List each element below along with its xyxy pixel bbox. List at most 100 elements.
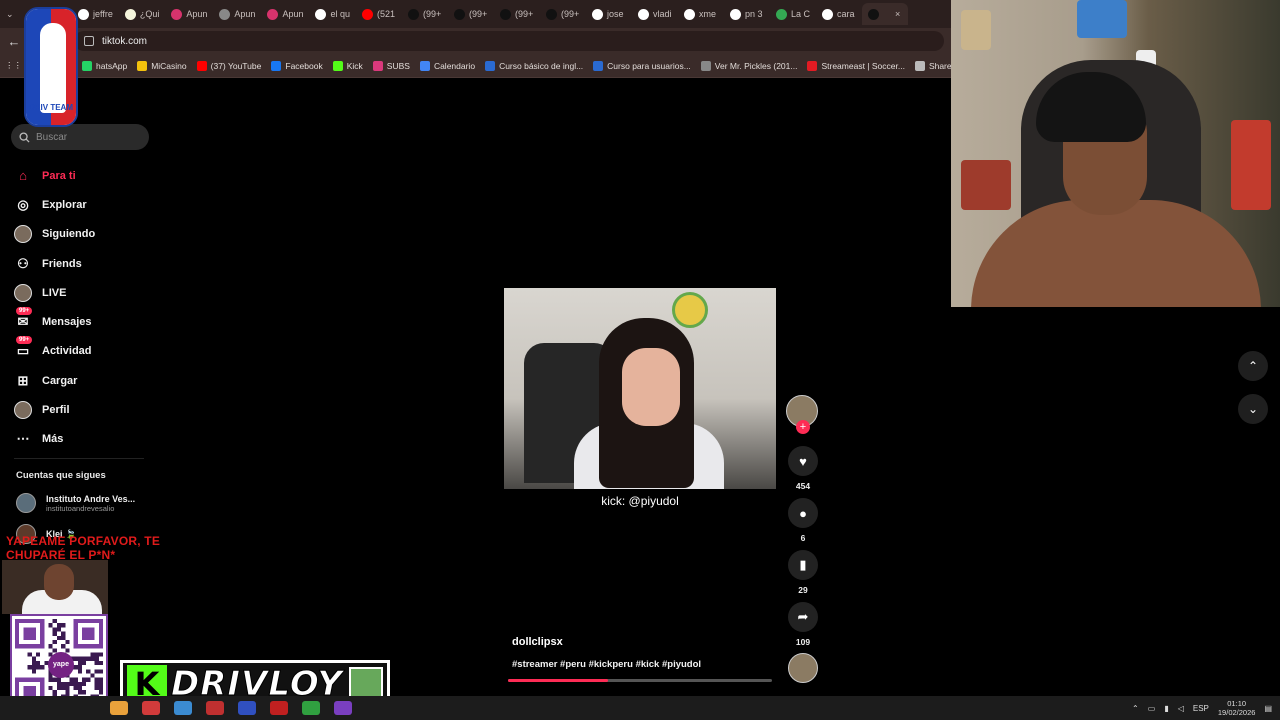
- bookmark-item[interactable]: ShareDrop: [910, 60, 952, 71]
- qr-module: [65, 686, 70, 691]
- bookmark-label: Ver Mr. Pickles (201...: [714, 60, 798, 71]
- browser-tab[interactable]: (99+: [494, 3, 540, 25]
- tab-title: La C: [791, 9, 811, 19]
- browser-tab[interactable]: xme: [678, 3, 724, 25]
- close-icon[interactable]: ×: [895, 9, 900, 19]
- video-progress-bar[interactable]: [508, 679, 772, 682]
- sidebar-item-live[interactable]: LIVE: [14, 278, 154, 307]
- search-icon: [19, 131, 30, 143]
- browser-tab[interactable]: jeffre: [72, 3, 119, 25]
- qr-module: [98, 669, 103, 674]
- sidebar-item-para-ti[interactable]: ⌂ Para ti: [14, 161, 154, 190]
- browser-tab[interactable]: ¿Qui: [119, 3, 166, 25]
- bookmark-item[interactable]: (37) YouTube: [192, 60, 267, 71]
- app-taskbar-icon[interactable]: [302, 701, 320, 715]
- bookmark-item[interactable]: SUBS: [368, 60, 415, 71]
- google-icon: [592, 8, 603, 20]
- profile-icon: [14, 401, 32, 420]
- browser-tab[interactable]: el qu: [309, 3, 356, 25]
- save-action[interactable]: ▮ 29: [788, 550, 818, 595]
- sidebar-item-siguiendo[interactable]: Siguiendo: [14, 220, 154, 249]
- browser-tab[interactable]: ×: [862, 3, 909, 25]
- browser-tab[interactable]: (99+: [448, 3, 494, 25]
- app-taskbar-icon[interactable]: [174, 701, 192, 715]
- bookmark-item[interactable]: Curso para usuarios...: [588, 60, 696, 71]
- browser-tab[interactable]: cara: [816, 3, 862, 25]
- app-taskbar-icon[interactable]: [206, 701, 224, 715]
- browser-tab[interactable]: (99+: [402, 3, 448, 25]
- qr-module: [94, 669, 99, 674]
- video-hashtags[interactable]: #streamer #peru #kickperu #kick #piyudol: [512, 659, 701, 670]
- url-field[interactable]: tiktok.com: [74, 31, 944, 51]
- browser-tab[interactable]: Apun: [165, 3, 213, 25]
- wall-poster: [1077, 0, 1127, 38]
- qr-module: [61, 686, 66, 691]
- qr-module: [61, 644, 66, 649]
- browser-tab[interactable]: (99+: [540, 3, 586, 25]
- language-indicator[interactable]: ESP: [1193, 704, 1209, 713]
- chevron-down-icon[interactable]: ⌄: [1238, 394, 1268, 424]
- bookmark-item[interactable]: hatsApp: [77, 60, 132, 71]
- browser-tab[interactable]: jose: [586, 3, 632, 25]
- bookmark-item[interactable]: MiCasino: [132, 60, 191, 71]
- bookmark-item[interactable]: Ver Mr. Pickles (201...: [696, 60, 803, 71]
- qr-module: [94, 656, 99, 661]
- share-count: 109: [795, 637, 811, 647]
- donation-alert-text: YAPEAME PORFAVOR, TE CHUPARÉ EL P*N*: [6, 534, 161, 562]
- sidebar-item-mas[interactable]: ⋯ Más: [14, 425, 154, 454]
- bookmark-item[interactable]: Kick: [328, 60, 368, 71]
- bookmark-item[interactable]: Curso básico de ingl...: [480, 60, 588, 71]
- share-action[interactable]: ➦ 109: [788, 602, 818, 647]
- sidebar-item-actividad[interactable]: ▭ 99+ Actividad: [14, 336, 154, 366]
- sidebar-item-mensajes[interactable]: ✉ 99+ Mensajes: [14, 307, 154, 336]
- qr-module: [86, 677, 91, 682]
- site-info-icon[interactable]: [84, 36, 94, 46]
- comment-action[interactable]: ● 6: [788, 498, 818, 543]
- volume-icon[interactable]: ◁: [1178, 704, 1184, 713]
- browser-tab[interactable]: La C: [770, 3, 816, 25]
- comment-icon[interactable]: ●: [788, 498, 818, 528]
- creator-avatar[interactable]: +: [786, 395, 818, 434]
- browser-tab[interactable]: Apun: [213, 3, 261, 25]
- live-icon: [14, 283, 32, 302]
- chevron-up-tray-icon[interactable]: ⌃: [1132, 704, 1139, 713]
- video-author[interactable]: dollclips​x: [512, 636, 563, 648]
- app-taskbar-icon[interactable]: [270, 701, 288, 715]
- network-icon[interactable]: ▭: [1148, 704, 1156, 713]
- avatar: [14, 401, 32, 420]
- browser-tab[interactable]: pn 3: [724, 3, 770, 25]
- browser-tab[interactable]: vladi: [632, 3, 678, 25]
- bookmark-icon[interactable]: ▮: [788, 550, 818, 580]
- chevron-up-icon[interactable]: ⌃: [1238, 351, 1268, 381]
- search-box[interactable]: [11, 124, 149, 150]
- notifications-icon[interactable]: ▤: [1264, 704, 1272, 713]
- follow-plus-icon[interactable]: +: [796, 420, 810, 434]
- app-taskbar-icon[interactable]: [142, 701, 160, 715]
- clock[interactable]: 01:10 19/02/2026: [1218, 699, 1256, 717]
- heart-icon[interactable]: ♥: [788, 446, 818, 476]
- apps-icon[interactable]: ⋮⋮: [0, 60, 27, 71]
- browser-tab[interactable]: (521: [356, 3, 402, 25]
- app-taskbar-icon[interactable]: [238, 701, 256, 715]
- tiktok-icon: [868, 8, 880, 20]
- bookmark-item[interactable]: Streameast | Soccer...: [802, 60, 909, 71]
- sidebar-item-explorar[interactable]: ◎ Explorar: [14, 190, 154, 219]
- chrome-taskbar-icon[interactable]: [110, 701, 128, 715]
- sidebar-item-perfil[interactable]: Perfil: [14, 395, 154, 424]
- qr-module: [65, 681, 70, 687]
- music-disc-avatar[interactable]: [788, 653, 818, 683]
- search-input[interactable]: [36, 131, 136, 143]
- share-icon[interactable]: ➦: [788, 602, 818, 632]
- tab-list-button[interactable]: ⌄: [0, 3, 22, 25]
- video-player[interactable]: [504, 288, 776, 489]
- bookmark-item[interactable]: Calendario: [415, 60, 480, 71]
- browser-tab[interactable]: Apun: [261, 3, 309, 25]
- microphone-icon[interactable]: ▮: [1164, 704, 1168, 713]
- bookmark-item[interactable]: Facebook: [266, 60, 327, 71]
- video-decoration: [672, 292, 708, 328]
- sidebar-item-friends[interactable]: ⚇ Friends: [14, 249, 154, 278]
- sidebar-item-cargar[interactable]: ⊞ Cargar: [14, 366, 154, 395]
- like-action[interactable]: ♥ 454: [788, 446, 818, 491]
- following-account[interactable]: Instituto Andre Ves... institutoandreves…: [16, 493, 135, 513]
- app-taskbar-icon[interactable]: [334, 701, 352, 715]
